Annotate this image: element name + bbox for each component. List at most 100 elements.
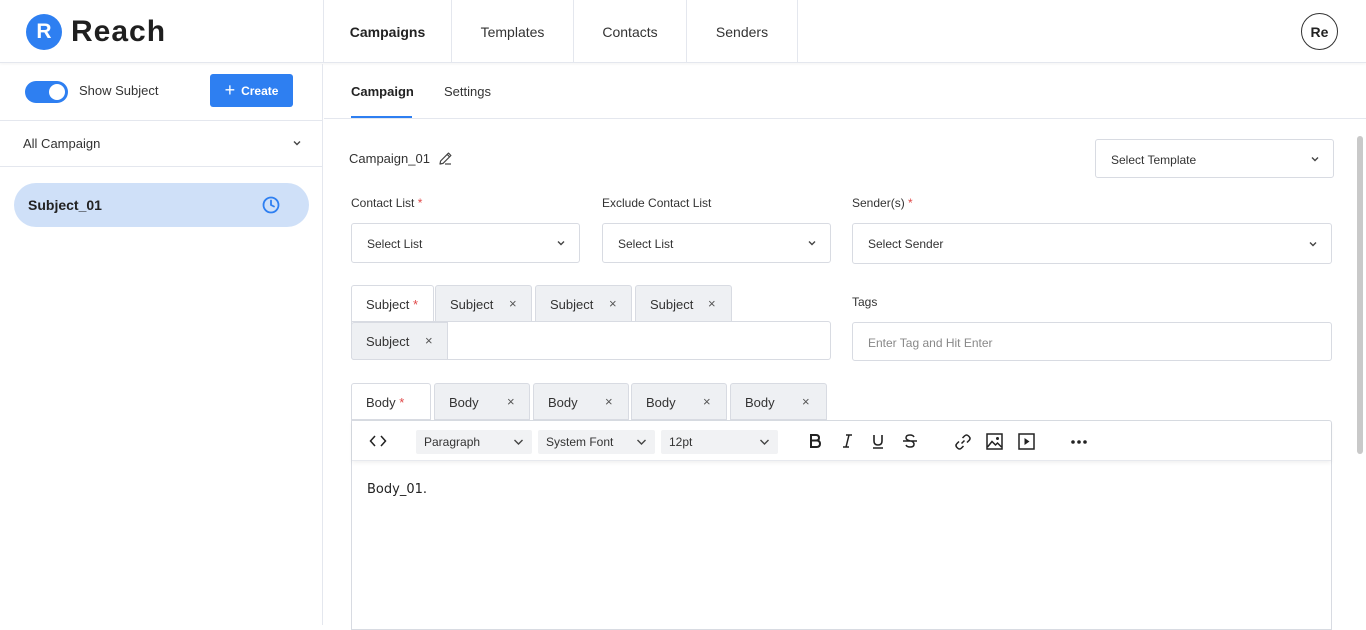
top-bar: R Reach Campaigns Templates Contacts Sen… — [0, 0, 1366, 63]
select-template-text: Select Template — [1111, 153, 1197, 167]
plus-icon: + — [224, 79, 236, 100]
font-size-value: 12pt — [669, 435, 693, 449]
select-template-dropdown[interactable]: Select Template — [1095, 139, 1334, 178]
toggle-knob — [49, 84, 65, 100]
chevron-down-icon — [760, 439, 769, 445]
tab-settings[interactable]: Settings — [444, 84, 491, 99]
senders-label-text: Sender(s) — [852, 196, 905, 210]
media-embed-icon[interactable] — [1018, 433, 1035, 450]
create-button-label: Create — [241, 83, 279, 98]
source-code-icon[interactable] — [369, 434, 387, 448]
campaign-sidebar: Show Subject + Create All Campaign Subje… — [0, 64, 323, 625]
close-icon[interactable]: × — [609, 296, 617, 311]
tags-label: Tags — [852, 295, 878, 309]
chevron-down-icon — [557, 241, 565, 246]
editor-toolbar: Paragraph System Font 12pt — [352, 421, 1331, 461]
user-avatar[interactable]: Re — [1301, 13, 1338, 50]
close-icon[interactable]: × — [802, 394, 810, 409]
body-tab-5[interactable]: Body × — [730, 383, 827, 420]
app-logo[interactable]: R Reach — [26, 14, 166, 50]
close-icon[interactable]: × — [605, 394, 613, 409]
tab-campaign[interactable]: Campaign — [351, 84, 414, 99]
editor-content[interactable]: Body_01. — [367, 482, 427, 497]
close-icon[interactable]: × — [708, 296, 716, 311]
subject-tab-label: Subject — [650, 297, 694, 312]
nav-senders[interactable]: Senders — [687, 0, 798, 63]
clock-icon — [262, 196, 280, 214]
font-family-value: System Font — [546, 435, 614, 449]
exclude-list-value: Select List — [618, 237, 674, 251]
pencil-edit-icon[interactable] — [438, 151, 453, 166]
italic-icon[interactable] — [841, 433, 853, 449]
bold-icon[interactable] — [808, 433, 822, 449]
chevron-down-icon — [808, 241, 816, 246]
body-tab-4[interactable]: Body × — [631, 383, 727, 420]
chevron-down-icon — [514, 439, 523, 445]
nav-contacts[interactable]: Contacts — [574, 0, 687, 63]
tags-input[interactable]: Enter Tag and Hit Enter — [852, 322, 1332, 361]
body-tab-label: Body — [745, 395, 775, 410]
logo-badge: R — [26, 14, 62, 50]
nav-templates[interactable]: Templates — [452, 0, 574, 63]
close-icon[interactable]: × — [509, 296, 517, 311]
font-size-select[interactable]: 12pt — [661, 430, 778, 454]
link-icon[interactable] — [954, 433, 972, 451]
contact-list-select[interactable]: Select List — [351, 223, 580, 263]
required-asterisk: * — [417, 196, 423, 210]
body-tab-2[interactable]: Body × — [434, 383, 530, 420]
subject-tab-4[interactable]: Subject × — [635, 285, 732, 322]
subject-tab-label: Subject * — [366, 297, 419, 312]
campaign-filter-dropdown[interactable]: All Campaign — [0, 121, 323, 167]
active-tab-indicator — [351, 116, 412, 118]
senders-label: Sender(s) * — [852, 196, 913, 210]
subject-tab-label: Subject — [450, 297, 494, 312]
contact-list-value: Select List — [367, 237, 423, 251]
chevron-down-icon — [1311, 157, 1319, 162]
chevron-down-icon — [293, 141, 301, 146]
block-format-value: Paragraph — [424, 435, 481, 449]
more-options-icon[interactable] — [1071, 440, 1087, 444]
body-tab-1[interactable]: Body * — [351, 383, 431, 420]
campaign-subtabs: Campaign Settings — [324, 64, 1366, 119]
campaign-editor: Campaign Settings Campaign_01 Select Tem… — [324, 64, 1366, 630]
subject-tab-2[interactable]: Subject × — [435, 285, 532, 322]
campaign-name-text: Campaign_01 — [349, 151, 430, 166]
subject-tab-1[interactable]: Subject * — [351, 285, 434, 322]
show-subject-toggle[interactable] — [25, 81, 68, 103]
subject-tab-3[interactable]: Subject × — [535, 285, 632, 322]
exclude-list-label: Exclude Contact List — [602, 196, 712, 210]
body-tab-label: Body — [449, 395, 479, 410]
sender-select[interactable]: Select Sender — [852, 223, 1332, 264]
image-icon[interactable] — [986, 433, 1003, 450]
contact-list-label-text: Contact List — [351, 196, 415, 210]
font-family-select[interactable]: System Font — [538, 430, 655, 454]
sidebar-campaign-item[interactable]: Subject_01 — [14, 183, 309, 227]
chevron-down-icon — [1309, 242, 1317, 247]
show-subject-label: Show Subject — [79, 83, 159, 98]
body-tab-3[interactable]: Body × — [533, 383, 629, 420]
required-asterisk: * — [908, 196, 913, 210]
close-icon[interactable]: × — [703, 394, 711, 409]
main-nav: Campaigns Templates Contacts Senders — [324, 0, 798, 63]
vertical-scrollbar[interactable] — [1357, 136, 1363, 454]
close-icon[interactable]: × — [425, 333, 433, 348]
block-format-select[interactable]: Paragraph — [416, 430, 532, 454]
underline-icon[interactable] — [871, 433, 885, 449]
strikethrough-icon[interactable] — [902, 433, 918, 449]
subject-tab-label: Subject — [550, 297, 594, 312]
create-button[interactable]: + Create — [210, 74, 293, 107]
campaign-filter-label: All Campaign — [23, 136, 101, 151]
body-tab-label: Body * — [366, 395, 405, 410]
body-tab-label: Body — [646, 395, 676, 410]
sender-value: Select Sender — [868, 237, 944, 251]
app-name: Reach — [71, 15, 167, 48]
body-editor[interactable]: Paragraph System Font 12pt Body_01. — [351, 420, 1332, 630]
campaign-name: Campaign_01 — [349, 151, 453, 166]
tags-placeholder: Enter Tag and Hit Enter — [868, 336, 993, 350]
subject-tab-label: Subject — [366, 334, 410, 349]
subject-tab-5[interactable]: Subject × — [351, 322, 448, 360]
exclude-list-select[interactable]: Select List — [602, 223, 831, 263]
close-icon[interactable]: × — [507, 394, 515, 409]
nav-campaigns[interactable]: Campaigns — [324, 0, 452, 63]
campaign-item-label: Subject_01 — [28, 197, 102, 213]
